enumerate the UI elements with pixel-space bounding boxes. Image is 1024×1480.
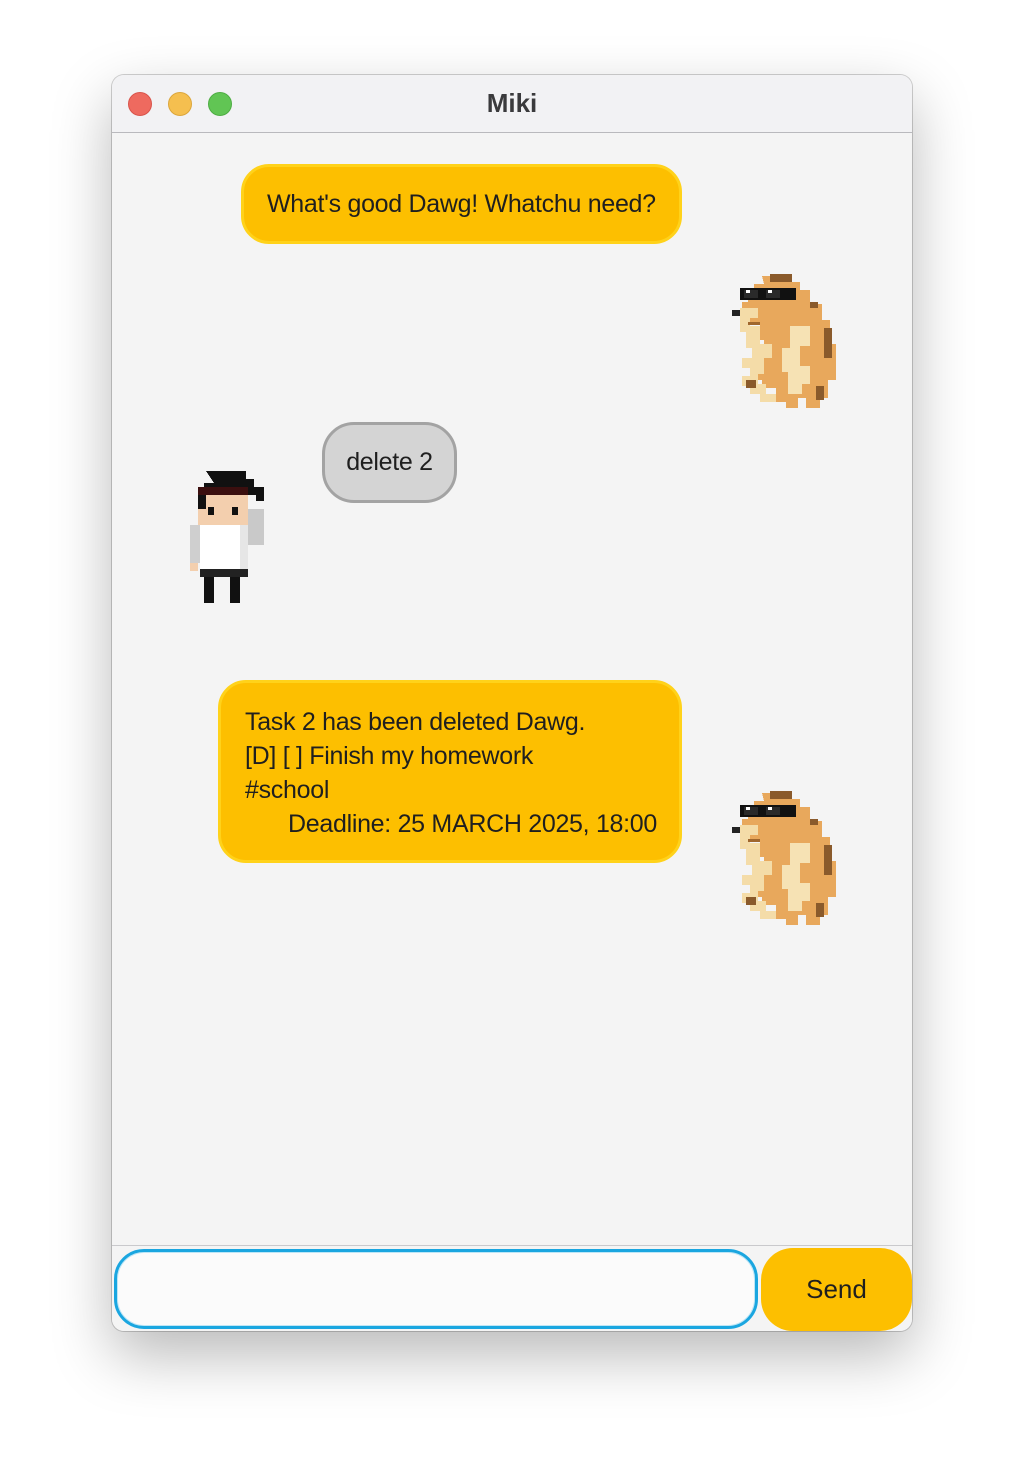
cheems-dog-sunglasses-icon bbox=[732, 791, 836, 925]
miki-message-bubble: Task 2 has been deleted Dawg. [D] [ ] Fi… bbox=[218, 680, 682, 863]
chat-area[interactable]: What's good Dawg! Whatchu need? delete 2… bbox=[112, 133, 912, 1246]
app-window: Miki What's good Dawg! Whatchu need? del… bbox=[112, 75, 912, 1331]
message-input[interactable] bbox=[114, 1249, 758, 1329]
message-text: What's good Dawg! Whatchu need? bbox=[267, 190, 656, 218]
pixel-boy-icon bbox=[190, 471, 264, 603]
input-bar: Send bbox=[112, 1246, 912, 1331]
send-button[interactable]: Send bbox=[761, 1248, 912, 1331]
window-title: Miki bbox=[486, 88, 538, 118]
message-line: [D] [ ] Finish my homework bbox=[245, 742, 534, 770]
cheems-dog-sunglasses-icon bbox=[732, 274, 836, 408]
message-line: Deadline: 25 MARCH 2025, 18:00 bbox=[288, 810, 658, 838]
message-line: #school bbox=[245, 776, 330, 804]
user-message-bubble: delete 2 bbox=[322, 422, 457, 503]
miki-message-bubble: What's good Dawg! Whatchu need? bbox=[241, 164, 682, 244]
message-line: Task 2 has been deleted Dawg. bbox=[245, 708, 586, 736]
message-text: delete 2 bbox=[346, 448, 433, 476]
title-bar: Miki bbox=[112, 75, 912, 133]
